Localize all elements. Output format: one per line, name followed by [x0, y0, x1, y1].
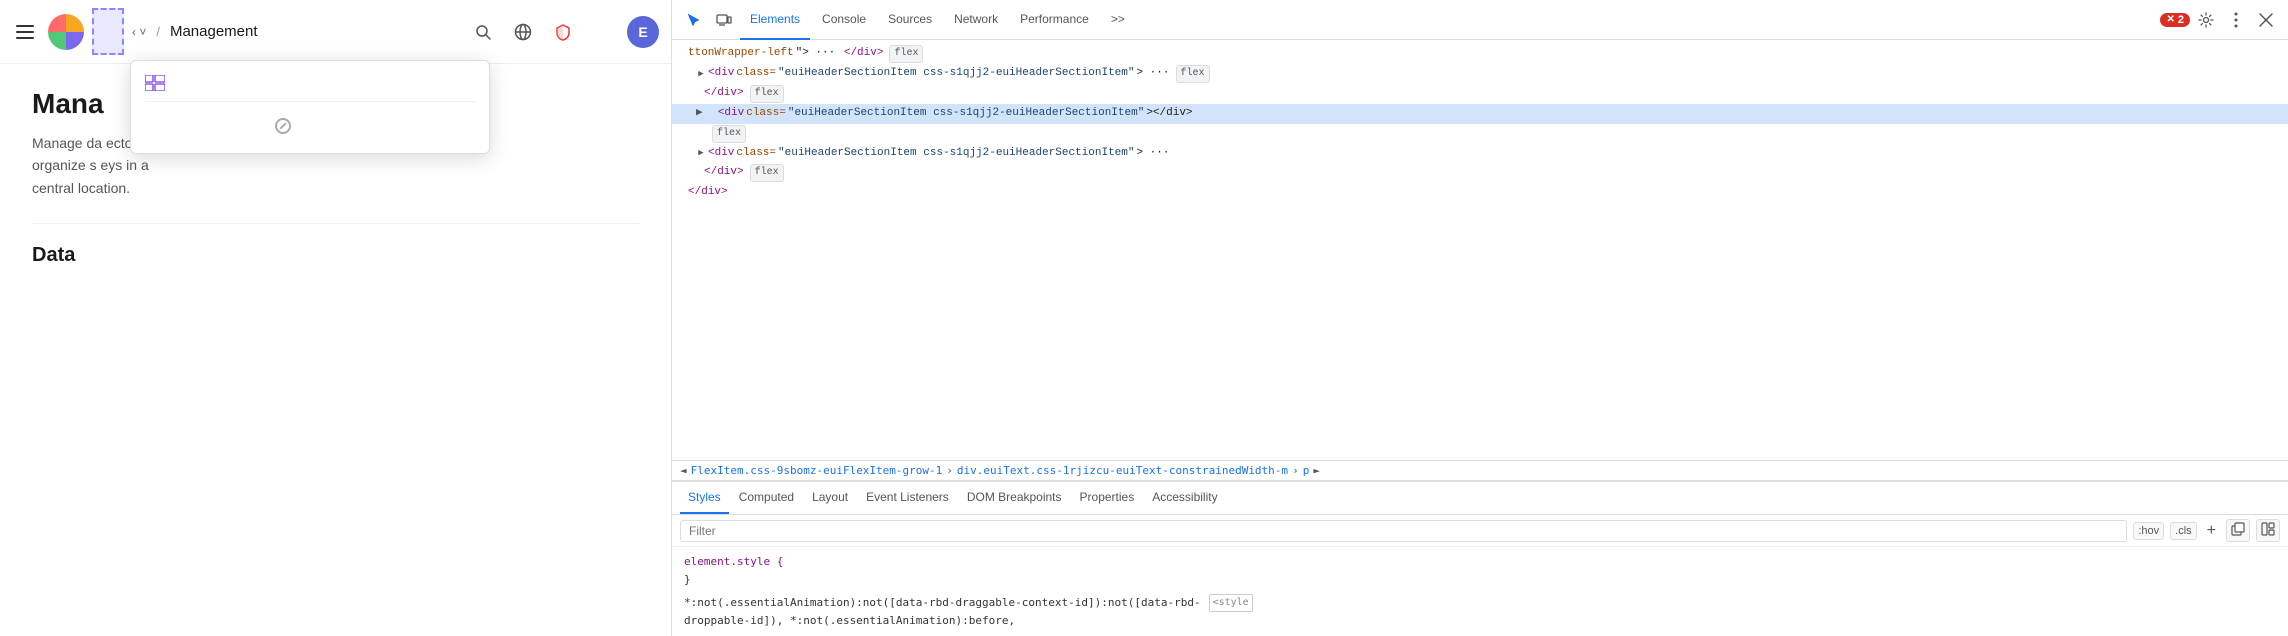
expand-triangle[interactable]: ▶ [696, 69, 706, 79]
top-nav: ‹ ˅ / Management [0, 0, 671, 64]
tab-computed[interactable]: Computed [731, 482, 802, 514]
nav-title: Management [170, 23, 258, 40]
selected-tree-line[interactable]: ▶ <div class= "euiHeaderSectionItem css-… [672, 104, 2288, 124]
selected-element-highlight [92, 8, 124, 55]
breadcrumb-item-1[interactable]: FlexItem.css-9sbomz-euiFlexItem-grow-1 [691, 464, 943, 477]
globe-icon [514, 23, 532, 41]
app-panel: ‹ ˅ / Management [0, 0, 672, 636]
filter-input[interactable] [680, 520, 2127, 542]
tab-more[interactable]: >> [1101, 0, 1135, 40]
gear-icon [2198, 12, 2214, 28]
close-devtools-button[interactable] [2252, 6, 2280, 34]
tree-line[interactable]: ▶ <div class= "euiHeaderSectionItem css-… [672, 64, 2288, 84]
breadcrumb-separator: / [156, 24, 160, 39]
svg-text:🎉: 🎉 [594, 25, 611, 41]
breadcrumb-bar: ◄ FlexItem.css-9sbomz-euiFlexItem-grow-1… [672, 460, 2288, 481]
layout-icon [2261, 522, 2275, 536]
tab-elements[interactable]: Elements [740, 0, 810, 40]
tree-line[interactable]: ▶ <div class= "euiHeaderSectionItem css-… [672, 144, 2288, 164]
search-icon [475, 24, 491, 40]
error-x-icon: ✕ [2166, 14, 2174, 25]
shield-button[interactable] [547, 16, 579, 48]
logo-icon [48, 14, 84, 50]
notification-button[interactable]: 🎉 [587, 16, 619, 48]
styles-panel: Styles Computed Layout Event Listeners D… [672, 481, 2288, 636]
styles-tabs: Styles Computed Layout Event Listeners D… [672, 482, 2288, 515]
tab-layout[interactable]: Layout [804, 482, 856, 514]
settings-button[interactable] [2192, 6, 2220, 34]
tree-line: ttonWrapper-left "> ··· </div> flex [672, 44, 2288, 64]
shield-icon [554, 23, 572, 41]
tab-properties[interactable]: Properties [1072, 482, 1143, 514]
inspector-toggle-button[interactable] [680, 6, 708, 34]
globe-button[interactable] [507, 16, 539, 48]
device-icon [716, 12, 732, 28]
css-rule-selector: *:not(.essentialAnimation):not([data-rbd… [684, 594, 2276, 612]
tab-accessibility[interactable]: Accessibility [1144, 482, 1225, 514]
css-rule-cont: droppable-id]), *:not(.essentialAnimatio… [684, 612, 2276, 630]
expand-triangle[interactable]: ▶ [696, 148, 706, 158]
tree-line: </div> flex [672, 84, 2288, 104]
flex-badge: flex [712, 125, 746, 143]
add-style-button[interactable]: + [2203, 520, 2220, 542]
hamburger-menu-icon[interactable] [12, 18, 40, 46]
html-tree[interactable]: ttonWrapper-left "> ··· </div> flex ▶ <d… [672, 40, 2288, 460]
breadcrumb-item-3[interactable]: p [1303, 464, 1310, 477]
filter-bar: :hov .cls + [672, 515, 2288, 547]
css-rule-close: } [684, 571, 2276, 589]
tree-line: </div> [672, 183, 2288, 203]
tooltip-header [145, 73, 475, 91]
tab-performance[interactable]: Performance [1010, 0, 1099, 40]
flex-badge: flex [1176, 65, 1210, 83]
celebration-icon: 🎉 [594, 23, 612, 41]
tab-console[interactable]: Console [812, 0, 876, 40]
search-button[interactable] [467, 16, 499, 48]
cls-button[interactable]: .cls [2170, 522, 2197, 540]
copy-icon [2231, 522, 2245, 536]
devtools-panel: Elements Console Sources Network Perform… [672, 0, 2288, 636]
devtools-topbar: Elements Console Sources Network Perform… [672, 0, 2288, 40]
inspector-icon [686, 12, 702, 28]
layout-icon-button[interactable] [2256, 519, 2280, 542]
no-entry-icon [275, 118, 291, 134]
device-toggle-button[interactable] [710, 6, 738, 34]
tab-network[interactable]: Network [944, 0, 1008, 40]
more-options-button[interactable] [2222, 6, 2250, 34]
hov-button[interactable]: :hov [2133, 522, 2164, 540]
data-section-title: Data [32, 244, 639, 267]
tree-line: flex [672, 124, 2288, 144]
close-icon [2259, 13, 2273, 27]
keyboard-focusable-value [275, 118, 291, 137]
kebab-icon [2234, 12, 2238, 28]
tab-dom-breakpoints[interactable]: DOM Breakpoints [959, 482, 1070, 514]
element-type-icon [145, 75, 165, 91]
copy-style-button[interactable] [2226, 519, 2250, 542]
flex-badge: flex [889, 45, 923, 63]
accessibility-keyboard-row [145, 118, 475, 137]
flex-badge: flex [750, 85, 784, 103]
user-avatar[interactable]: E [627, 16, 659, 48]
nav-back-arrow[interactable]: ‹ ˅ [132, 25, 146, 39]
tab-event-listeners[interactable]: Event Listeners [858, 482, 957, 514]
error-badge: ✕ 2 [2160, 13, 2190, 27]
flex-badge: flex [750, 164, 784, 182]
css-rule-element-style: element.style { [684, 553, 2276, 571]
section-divider [32, 223, 639, 224]
breadcrumb-arrow-left: ◄ [680, 464, 687, 477]
element-tooltip [130, 60, 490, 154]
tooltip-divider [145, 101, 475, 102]
tab-styles[interactable]: Styles [680, 482, 729, 514]
tab-sources[interactable]: Sources [878, 0, 942, 40]
tree-line: </div> flex [672, 163, 2288, 183]
elements-area: ttonWrapper-left "> ··· </div> flex ▶ <d… [672, 40, 2288, 636]
breadcrumb-item-2[interactable]: div.euiText.css-1rjizcu-euiText-constrai… [957, 464, 1288, 477]
styles-code: element.style { } *:not(.essentialAnimat… [672, 547, 2288, 636]
